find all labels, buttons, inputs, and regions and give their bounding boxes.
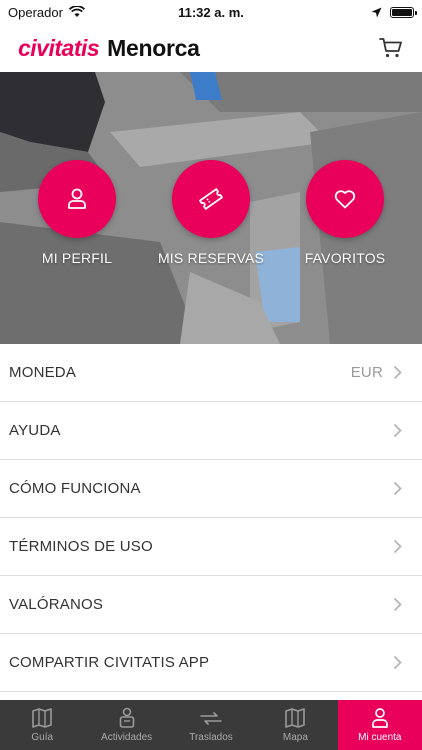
- menu-item-label: MONEDA: [9, 364, 77, 381]
- my-profile-button[interactable]: MI PERFIL: [38, 160, 116, 266]
- app-header: civitatis Menorca: [0, 24, 422, 72]
- bottom-tab-bar: Guía Actividades Traslados Mapa Mi cuent…: [0, 700, 422, 750]
- favorites-button[interactable]: FAVORITOS: [304, 160, 386, 266]
- carrier-label: Operador: [8, 4, 63, 20]
- currency-value: EUR: [350, 364, 383, 381]
- menu-item-rate-us[interactable]: VALÓRANOS: [0, 576, 422, 634]
- my-profile-label: MI PERFIL: [41, 250, 113, 266]
- hero-actions: MI PERFIL MIS RESERVAS FAVORITOS: [0, 160, 422, 266]
- guide-icon: [32, 708, 53, 728]
- clock: 11:32 a. m.: [178, 4, 244, 20]
- cart-icon: [379, 38, 402, 58]
- chevron-right-icon: [393, 481, 402, 496]
- tab-label: Traslados: [189, 732, 233, 743]
- heart-icon: [334, 190, 356, 209]
- menu-item-label: VALÓRANOS: [9, 596, 104, 613]
- tab-label: Mapa: [282, 732, 308, 743]
- transfers-icon: [200, 712, 222, 725]
- tab-my-account[interactable]: Mi cuenta: [337, 700, 422, 750]
- tab-guide[interactable]: Guía: [0, 700, 84, 750]
- menu-item-label: AYUDA: [9, 422, 61, 439]
- tab-label: Guía: [31, 732, 54, 743]
- my-profile-circle[interactable]: [38, 160, 116, 238]
- menu-item-label: CÓMO FUNCIONA: [9, 480, 141, 497]
- chevron-right-icon: [393, 597, 402, 612]
- chevron-right-icon: [393, 423, 402, 438]
- menu-item-label: TÉRMINOS DE USO: [9, 538, 153, 555]
- location-arrow-icon: [371, 7, 382, 17]
- account-menu: MONEDA EUR AYUDA CÓMO FUNCIONA TÉRMINOS …: [0, 344, 422, 692]
- brand-logo: civitatis: [18, 34, 100, 61]
- battery-icon: [390, 6, 417, 18]
- status-bar: Operador 11:32 a. m.: [0, 0, 422, 24]
- my-bookings-circle[interactable]: [172, 160, 250, 238]
- menu-item-terms[interactable]: TÉRMINOS DE USO: [0, 518, 422, 576]
- menu-item-how-it-works[interactable]: CÓMO FUNCIONA: [0, 460, 422, 518]
- tab-map[interactable]: Mapa: [253, 700, 337, 750]
- tab-label: Mi cuenta: [358, 732, 402, 743]
- account-icon: [371, 708, 388, 728]
- favorites-circle[interactable]: [306, 160, 384, 238]
- tab-transfers[interactable]: Traslados: [169, 700, 253, 750]
- my-bookings-label: MIS RESERVAS: [157, 250, 265, 266]
- tab-activities[interactable]: Actividades: [84, 700, 168, 750]
- chevron-right-icon: [393, 365, 402, 380]
- tab-label: Actividades: [101, 732, 153, 743]
- favorites-label: FAVORITOS: [304, 250, 386, 266]
- hero-banner: MI PERFIL MIS RESERVAS FAVORITOS: [0, 72, 422, 344]
- menu-item-help[interactable]: AYUDA: [0, 402, 422, 460]
- menu-item-currency[interactable]: MONEDA EUR: [0, 344, 422, 402]
- user-icon: [68, 188, 86, 209]
- menu-item-label: COMPARTIR CIVITATIS APP: [9, 654, 210, 671]
- menu-item-share-app[interactable]: COMPARTIR CIVITATIS APP: [0, 634, 422, 692]
- activities-icon: [119, 707, 134, 728]
- chevron-right-icon: [393, 655, 402, 670]
- cart-button[interactable]: [376, 33, 406, 63]
- city-title: Menorca: [107, 34, 200, 61]
- chevron-right-icon: [393, 539, 402, 554]
- ticket-icon: [199, 188, 223, 210]
- my-bookings-button[interactable]: MIS RESERVAS: [158, 160, 264, 266]
- wifi-icon: [68, 6, 85, 17]
- map-icon: [285, 708, 306, 728]
